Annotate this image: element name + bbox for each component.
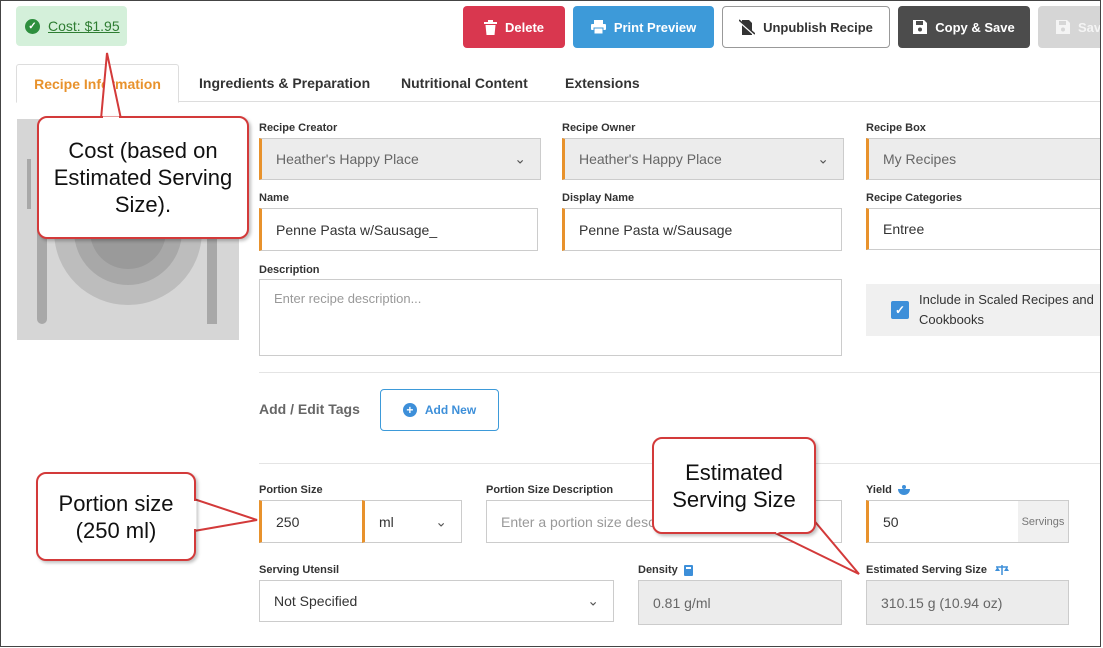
recipe-editor: ✓ Cost: $1.95 Delete Print Preview Unpub…: [0, 0, 1101, 647]
callout-pointer-joins: [103, 116, 810, 534]
